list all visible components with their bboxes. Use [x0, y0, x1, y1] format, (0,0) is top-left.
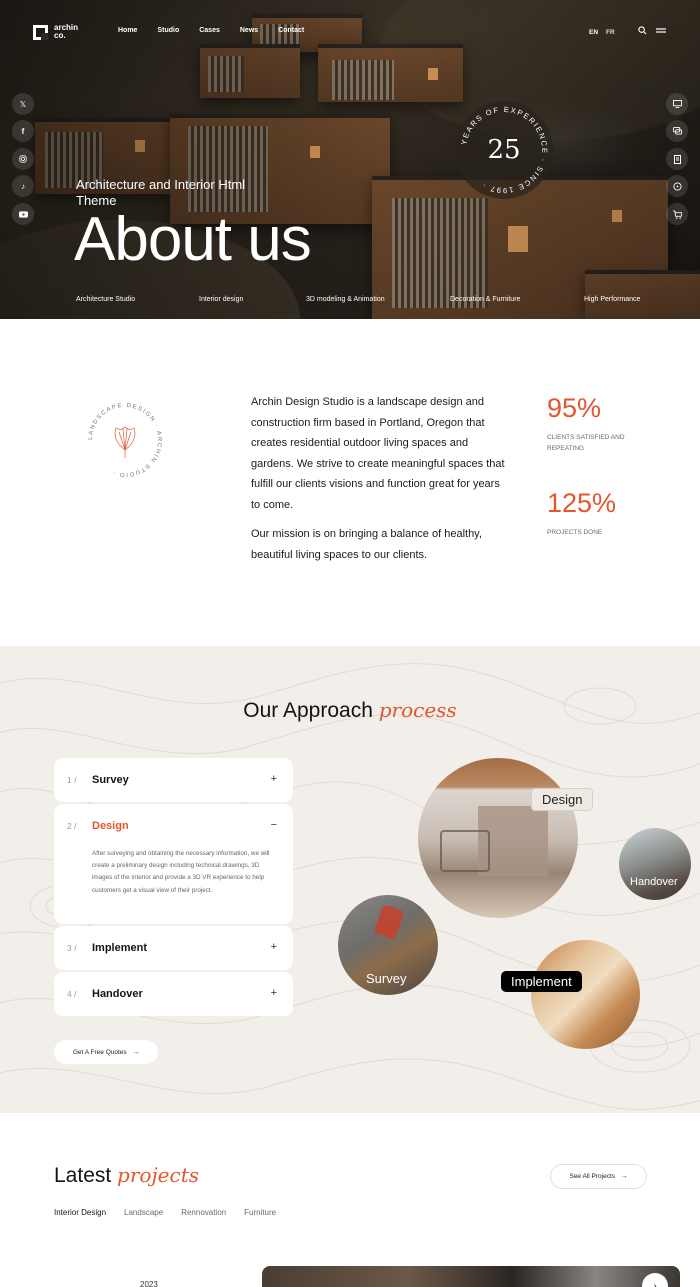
- logo-mark-icon: [33, 24, 48, 40]
- ginkgo-leaf-icon: [114, 426, 136, 458]
- process-step-design[interactable]: 2 / Design − After surveying and obtaini…: [54, 804, 293, 924]
- step-number: 4 /: [67, 989, 77, 999]
- step-description: After surveying and obtaining the necess…: [92, 850, 270, 894]
- stat-value: 95%: [547, 393, 602, 423]
- nav-cases[interactable]: Cases: [199, 27, 220, 34]
- svg-text:LANDSCAPE DESIGN · ARCHIN STUD: LANDSCAPE DESIGN · ARCHIN STUDIO ·: [88, 403, 162, 477]
- nav-news[interactable]: News: [240, 27, 258, 34]
- main-nav: Home Studio Cases News Contact: [118, 27, 324, 34]
- hero-section: archin co. Home Studio Cases News Contac…: [0, 0, 700, 319]
- youtube-icon[interactable]: [12, 203, 34, 225]
- stat-label: CLIENTS SATISFIED AND REPEATING: [547, 434, 625, 452]
- filter-interior-design[interactable]: Interior Design: [54, 1208, 106, 1217]
- project-year: 2023: [140, 1280, 158, 1287]
- about-paragraph: Our mission is on bringing a balance of …: [251, 528, 482, 561]
- facebook-icon[interactable]: f: [12, 120, 34, 142]
- project-image[interactable]: [262, 1266, 680, 1287]
- about-description: Archin Design Studio is a landscape desi…: [251, 392, 511, 565]
- collapse-icon[interactable]: −: [271, 819, 277, 831]
- instagram-icon[interactable]: [12, 148, 34, 170]
- implement-label: Implement: [501, 971, 582, 992]
- expand-icon[interactable]: +: [271, 941, 277, 953]
- hero-tag: High Performance: [584, 296, 641, 303]
- studio-seal: LANDSCAPE DESIGN · ARCHIN STUDIO ·: [88, 403, 162, 477]
- hero-tag: Architecture Studio: [76, 296, 136, 303]
- design-photo: [418, 758, 578, 918]
- chat-icon[interactable]: [666, 120, 688, 142]
- stat-value: 125%: [547, 488, 617, 518]
- approach-title: Our Approach process: [0, 698, 700, 723]
- free-quote-label: Get A Free Quotes: [72, 1048, 127, 1056]
- nav-contact[interactable]: Contact: [278, 27, 304, 34]
- expand-icon[interactable]: +: [271, 987, 277, 999]
- step-title: Handover: [92, 988, 143, 1000]
- badge-number: 25: [487, 135, 520, 165]
- tiktok-icon[interactable]: ♪: [12, 175, 34, 197]
- monitor-icon[interactable]: [666, 93, 688, 115]
- arrow-right-icon: →: [621, 1173, 628, 1180]
- search-icon[interactable]: [638, 26, 647, 38]
- project-filters: Interior Design Landscape Rennovation Fu…: [54, 1208, 294, 1217]
- projects-title-text: Latest: [54, 1164, 118, 1187]
- process-step-handover[interactable]: 4 / Handover +: [54, 972, 293, 1016]
- experience-badge: YEARS OF EXPERIENCE · SINCE 1997 · 25: [455, 101, 553, 199]
- projects-title: Latest projects: [54, 1163, 199, 1188]
- approach-title-accent: process: [378, 698, 457, 722]
- expand-icon[interactable]: +: [271, 773, 277, 785]
- filter-landscape[interactable]: Landscape: [124, 1208, 163, 1217]
- arrow-right-icon: →: [132, 1048, 140, 1056]
- lang-en[interactable]: EN: [589, 29, 598, 36]
- filter-rennovation[interactable]: Rennovation: [181, 1208, 226, 1217]
- implement-photo: [531, 940, 640, 1049]
- x-icon[interactable]: 𝕏: [12, 93, 34, 115]
- about-paragraph: Archin Design Studio is a landscape desi…: [251, 396, 505, 511]
- brand-logo[interactable]: archin co.: [33, 24, 78, 40]
- support-icon[interactable]: [666, 175, 688, 197]
- menu-icon[interactable]: [656, 26, 666, 38]
- survey-label: Survey: [366, 971, 407, 986]
- step-title: Design: [92, 820, 129, 832]
- step-number: 2 /: [67, 821, 77, 831]
- see-all-projects-button[interactable]: See All Projects →: [550, 1164, 647, 1189]
- logo-text: archin co.: [54, 23, 79, 40]
- step-title: Implement: [92, 942, 148, 954]
- hero-tags: Architecture Studio Interior design 3D m…: [0, 296, 700, 308]
- step-number: 1 /: [67, 775, 77, 785]
- seal-text: LANDSCAPE DESIGN · ARCHIN STUDIO ·: [88, 403, 161, 477]
- process-step-survey[interactable]: 1 / Survey +: [54, 758, 293, 802]
- hero-tag: Interior design: [199, 296, 244, 303]
- approach-title-text: Our Approach: [243, 699, 379, 722]
- nav-studio[interactable]: Studio: [157, 27, 179, 34]
- free-quote-button[interactable]: Get A Free Quotes →: [54, 1040, 158, 1064]
- see-all-label: See All Projects: [569, 1173, 616, 1180]
- handover-photo: [619, 828, 691, 900]
- approach-section: Our Approach process 1 / Survey + 2 / De…: [0, 646, 700, 1113]
- step-number: 3 /: [67, 943, 77, 953]
- cart-icon[interactable]: [666, 203, 688, 225]
- language-switcher: EN FR: [589, 29, 615, 36]
- process-step-implement[interactable]: 3 / Implement +: [54, 926, 293, 970]
- stat-label: PROJECTS DONE: [547, 529, 603, 536]
- lang-fr[interactable]: FR: [606, 29, 615, 36]
- page-title: About us: [74, 205, 312, 274]
- document-icon[interactable]: [666, 148, 688, 170]
- nav-home[interactable]: Home: [118, 27, 137, 34]
- design-label: Design: [531, 788, 594, 811]
- hero-tag: 3D modeling & Animation: [306, 296, 385, 303]
- step-title: Survey: [92, 774, 129, 786]
- hero-tag: Decoration & Furniture: [450, 296, 521, 303]
- handover-label: Handover: [630, 876, 678, 888]
- filter-furniture[interactable]: Furniture: [244, 1208, 276, 1217]
- projects-title-accent: projects: [117, 1163, 199, 1187]
